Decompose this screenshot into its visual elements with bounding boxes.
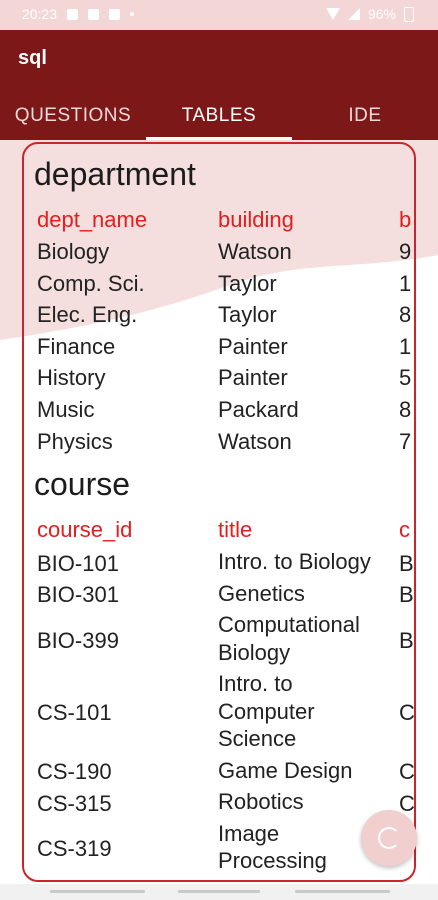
table-cell: BIO-399 [37,627,119,653]
table-cell: 1 [399,270,412,296]
column-header: course_id [37,517,133,542]
table-cell: Computational [218,612,360,637]
table-cell: 8 [399,397,412,422]
signal-icon [347,8,360,20]
table-cell: Finance [37,333,116,359]
tab-questions[interactable]: QUESTIONS [0,100,146,140]
status-right: 96% [325,6,414,22]
table-cell: 9 [399,239,412,264]
table-cell: Computer [218,698,315,724]
table-cell: Painter [218,365,288,391]
table-cell: Watson [218,428,292,454]
table-cell: 1 [399,333,412,359]
notification-icon [67,8,79,20]
column-header: b [399,207,412,232]
battery-percent: 96% [367,6,396,22]
table-cell: Elec. Eng. [37,302,138,328]
status-time: 20:23 [22,6,58,22]
table-cell: Comp. Sci. [37,270,145,296]
nav-bar [0,884,438,900]
column-header: dept_name [37,207,148,232]
app-title: sql [18,47,47,69]
table-cell: 5 [399,365,412,391]
table-cell: Watson [218,239,292,264]
column-header: title [218,517,253,542]
table-cell: Image [218,820,280,846]
table-cell: Music [37,397,95,422]
table-cell: Biology [218,639,291,665]
column-header: building [218,207,294,232]
table-cell: B [399,627,414,653]
table-cell: Taylor [218,302,277,328]
table-cell: Genetics [218,580,305,606]
refresh-button[interactable] [361,810,417,866]
alert-icon [109,8,121,20]
table-cell: Processing [218,848,327,873]
nav-recent-pill[interactable] [295,890,390,893]
table-cell: 8 [399,302,412,328]
table-cell: CS-101 [37,700,112,726]
table-cell: Biology [37,239,110,264]
table-cell: Intro. to [218,671,293,696]
table-cell: CS-315 [37,790,112,816]
table-cell: BIO-101 [37,550,119,576]
table-cell: C [399,700,415,726]
tab-ide[interactable]: IDE [292,100,438,140]
table-cell: Painter [218,333,288,359]
table-cell: C [399,759,415,785]
table-cell: 7 [399,428,412,454]
refresh-icon [378,827,400,849]
app-bar: sql QUESTIONS TABLES IDE [0,30,438,140]
message-icon [88,8,100,20]
battery-icon [404,6,414,22]
tab-bar: QUESTIONS TABLES IDE [0,100,438,140]
tab-tables[interactable]: TABLES [146,100,292,140]
table-cell: Taylor [218,270,277,296]
table-cell: CS-319 [37,836,112,861]
nav-back-pill[interactable] [50,890,145,893]
status-left: 20:23 [22,6,135,22]
table-cell: BIO-301 [37,582,119,608]
table-cell: Game Design [218,757,353,783]
wifi-icon [325,8,340,20]
table-cell: Robotics [218,789,304,814]
table-cell: Packard [218,397,299,422]
tables-card[interactable]: department dept_name building b Biology Watso… [22,142,416,882]
table-cell: CS-190 [37,759,112,785]
table-cell: Physics [37,428,113,454]
nav-home-pill[interactable] [178,890,260,893]
table-title-course: course [34,466,131,502]
table-cell: B [399,550,414,576]
table-cell: Science [218,726,297,751]
column-header: c [399,517,410,542]
table-cell: Intro. to Biology [218,549,371,574]
table-cell: B [399,582,414,608]
table-title-department: department [34,156,196,192]
status-bar: 20:23 96% [0,0,438,30]
dot-icon [130,12,135,16]
table-cell: History [37,365,106,391]
